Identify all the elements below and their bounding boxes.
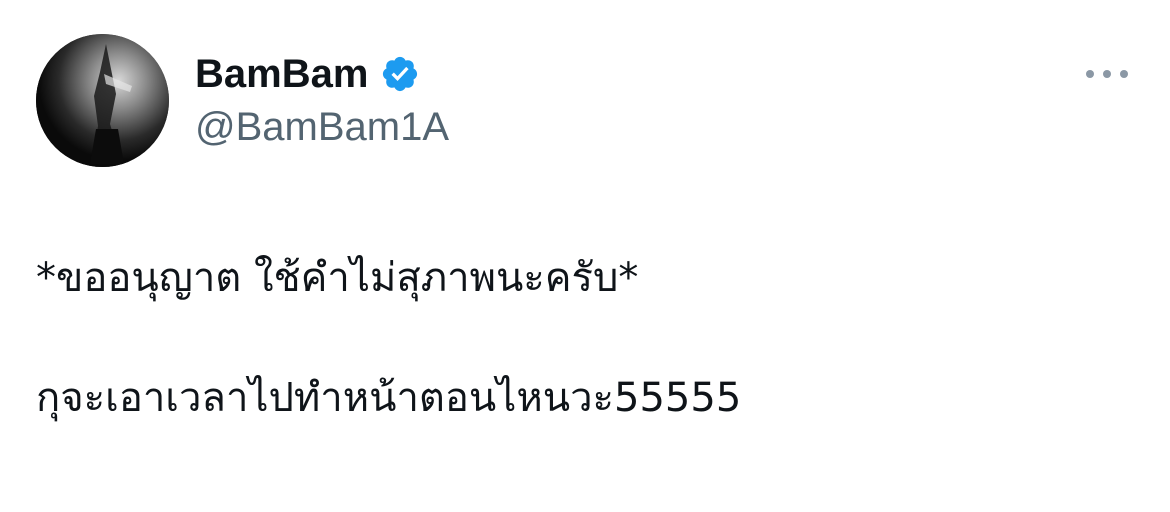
more-options-icon[interactable] [1086, 62, 1128, 86]
more-dot [1120, 70, 1128, 78]
author-handle[interactable]: @BamBam1A [195, 105, 449, 150]
tweet-text-line: *ขออนุญาต ใช้คำไม่สุภาพนะครับ* [36, 255, 639, 301]
more-dot [1103, 70, 1111, 78]
verified-badge-icon [380, 54, 420, 94]
tweet-text-line: กุจะเอาเวลาไปทำหน้าตอนไหนวะ55555 [36, 375, 742, 421]
tweet-text: *ขออนุญาต ใช้คำไม่สุภาพนะครับ* กุจะเอาเว… [36, 248, 1136, 428]
more-dot [1086, 70, 1094, 78]
tweet-line-break [36, 308, 1136, 368]
author-display-name[interactable]: BamBam [195, 52, 368, 97]
avatar-photo [36, 34, 169, 167]
author-name-row: BamBam [195, 50, 420, 98]
tweet-card: BamBam @BamBam1A *ขออนุญาต ใช้คำไม่สุภาพ… [0, 0, 1170, 512]
avatar[interactable] [36, 34, 169, 167]
